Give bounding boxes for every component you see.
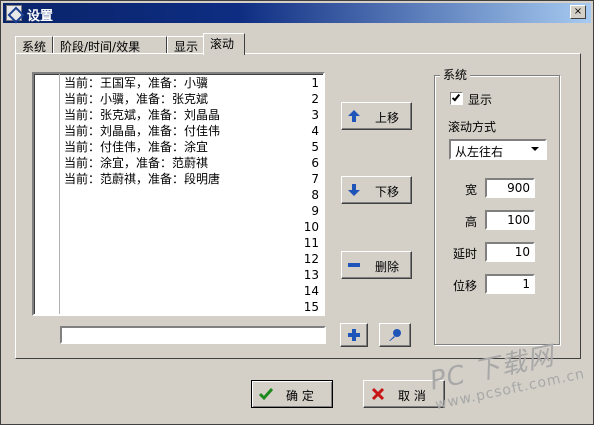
x-icon	[371, 387, 385, 401]
list-item[interactable]: 当前：范蔚祺，准备：段明唐	[64, 171, 220, 187]
line-number-gutter	[34, 74, 60, 314]
list-item[interactable]: 当前：涂宜，准备：范蔚祺	[64, 155, 208, 171]
height-label: 高	[464, 215, 477, 229]
pen-icon	[389, 329, 401, 341]
line-number: 3	[311, 108, 319, 122]
arrow-up-icon	[348, 110, 360, 122]
line-number: 1	[311, 76, 319, 90]
minus-icon	[348, 263, 360, 267]
app-icon	[6, 5, 22, 21]
list-item[interactable]: 当前：刘晶晶，准备：付佳伟	[64, 123, 220, 139]
line-number: 12	[303, 252, 319, 266]
move-up-label: 上移	[375, 111, 400, 125]
offset-field[interactable]: 1	[485, 274, 535, 294]
height-field[interactable]: 100	[485, 210, 535, 230]
line-number: 13	[303, 268, 319, 282]
delete-label: 删除	[375, 260, 400, 274]
offset-label: 位移	[452, 279, 477, 293]
new-line-input[interactable]	[60, 326, 326, 344]
scroll-mode-value: 从左往右	[455, 145, 504, 159]
line-number: 11	[303, 236, 319, 250]
line-number: 7	[311, 172, 319, 186]
tab-display[interactable]: 显示	[167, 36, 205, 54]
tab-scroll[interactable]: 滚动	[203, 33, 245, 55]
line-number: 2	[311, 92, 319, 106]
delete-button[interactable]: 删除	[341, 251, 412, 279]
line-number: 6	[311, 156, 319, 170]
move-up-button[interactable]: 上移	[341, 102, 412, 130]
list-item[interactable]: 当前：王国军，准备：小骥	[64, 75, 208, 91]
line-number: 8	[311, 188, 319, 202]
tab-stage-time-effect[interactable]: 阶段/时间/效果	[53, 36, 167, 54]
show-checkbox[interactable]	[450, 92, 463, 105]
scroll-mode-select[interactable]: 从左往右	[449, 139, 547, 160]
line-number: 14	[303, 284, 319, 298]
close-button[interactable]: ×	[570, 5, 586, 19]
line-number: 15	[303, 300, 319, 314]
line-number: 5	[311, 140, 319, 154]
width-label: 宽	[464, 183, 477, 197]
system-group-title: 系统	[440, 66, 471, 83]
list-item[interactable]: 当前：张克斌，准备：刘晶晶	[64, 107, 220, 123]
width-field[interactable]: 900	[485, 178, 535, 198]
settings-dialog: 设置 × 系统 阶段/时间/效果 显示 滚动 1 2 3 4 5 6 7 8 9 10 11 12 13…	[0, 0, 594, 425]
arrow-down-icon	[348, 184, 360, 196]
move-down-button[interactable]: 下移	[341, 176, 412, 204]
line-number: 9	[311, 204, 319, 218]
tab-system[interactable]: 系统	[15, 36, 53, 54]
move-down-label: 下移	[375, 185, 400, 199]
scroll-text-list[interactable]: 1 2 3 4 5 6 7 8 9 10 11 12 13 14 15 当前：王国军，准备：小骥 当前：小骥，…	[32, 72, 325, 316]
checkmark-icon	[451, 92, 461, 102]
window-title: 设置	[27, 9, 54, 24]
list-item[interactable]: 当前：小骥，准备：张克斌	[64, 91, 208, 107]
ok-label: 确 定	[286, 389, 314, 403]
list-item[interactable]: 当前：付佳伟，准备：涂宜	[64, 139, 208, 155]
cancel-label: 取 消	[398, 389, 426, 403]
delay-field[interactable]: 10	[485, 242, 535, 262]
ok-button[interactable]: 确 定	[251, 380, 333, 408]
line-number: 10	[303, 220, 319, 234]
title-bar: 设置 ×	[3, 3, 591, 24]
show-checkbox-label: 显示	[468, 93, 493, 107]
add-line-button[interactable]	[340, 323, 368, 347]
chevron-down-icon	[531, 147, 539, 151]
check-icon	[259, 388, 273, 401]
edit-line-button[interactable]	[379, 323, 411, 347]
line-number: 4	[311, 124, 319, 138]
scroll-mode-label: 滚动方式	[448, 120, 497, 134]
delay-label: 延时	[452, 247, 477, 261]
plus-icon	[348, 329, 360, 341]
